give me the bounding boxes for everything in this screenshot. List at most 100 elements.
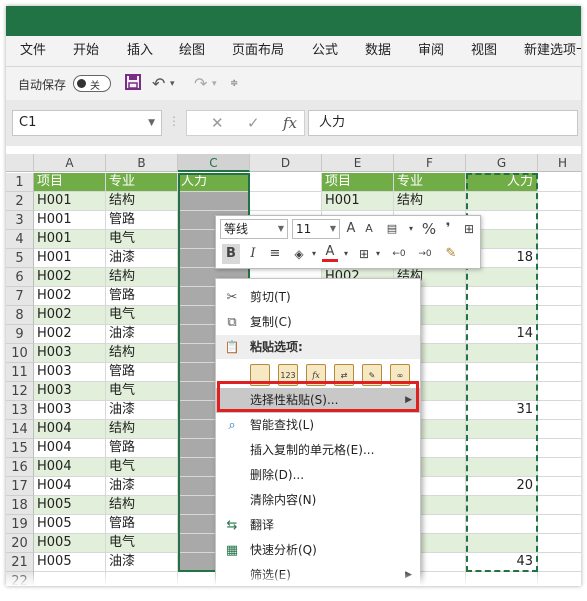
cell-g11[interactable]: [466, 363, 538, 382]
cell-f2[interactable]: 结构: [394, 192, 466, 211]
chevron-down-icon[interactable]: ▾: [406, 219, 416, 239]
cell-b13[interactable]: 油漆: [106, 401, 178, 420]
row-header[interactable]: 16: [6, 458, 34, 477]
cell-a8[interactable]: H002: [34, 306, 106, 325]
cell-b9[interactable]: 油漆: [106, 325, 178, 344]
formula-input[interactable]: 人力: [308, 110, 578, 136]
column-header-c[interactable]: C: [178, 154, 250, 172]
row-header[interactable]: 3: [6, 211, 34, 230]
row-header[interactable]: 10: [6, 344, 34, 363]
cell-h14[interactable]: [538, 420, 581, 439]
cell-b10[interactable]: 结构: [106, 344, 178, 363]
row-header[interactable]: 9: [6, 325, 34, 344]
decrease-decimal-icon[interactable]: →0: [414, 244, 436, 264]
row-header[interactable]: 19: [6, 515, 34, 534]
cell-g13[interactable]: 31: [466, 401, 538, 420]
cell-h4[interactable]: [538, 230, 581, 249]
cell-b5[interactable]: 油漆: [106, 249, 178, 268]
row-header[interactable]: 13: [6, 401, 34, 420]
cell-h7[interactable]: [538, 287, 581, 306]
cell-a17[interactable]: H004: [34, 477, 106, 496]
cell-h9[interactable]: [538, 325, 581, 344]
cell-g10[interactable]: [466, 344, 538, 363]
cell-g19[interactable]: [466, 515, 538, 534]
cell-b7[interactable]: 管路: [106, 287, 178, 306]
merge-center-icon[interactable]: ⊞: [460, 219, 478, 239]
tab-formulas[interactable]: 公式: [312, 36, 338, 66]
tab-file[interactable]: 文件: [20, 36, 46, 66]
column-header-h[interactable]: H: [538, 154, 581, 172]
cell-b6[interactable]: 结构: [106, 268, 178, 287]
cell-a1[interactable]: 项目: [34, 173, 106, 192]
cell-h15[interactable]: [538, 439, 581, 458]
column-header-g[interactable]: G: [466, 154, 538, 172]
tab-draw[interactable]: 绘图: [179, 36, 205, 66]
cell-g16[interactable]: [466, 458, 538, 477]
tab-data[interactable]: 数据: [365, 36, 391, 66]
menu-item-quick-analysis[interactable]: ▦ 快速分析(Q): [216, 538, 420, 563]
menu-item-cut[interactable]: ✂ 剪切(T): [216, 285, 420, 310]
redo-dropdown-icon[interactable]: ▾: [212, 73, 217, 95]
tab-page-layout[interactable]: 页面布局: [232, 36, 284, 66]
cell-h19[interactable]: [538, 515, 581, 534]
cell-a13[interactable]: H003: [34, 401, 106, 420]
font-name-select[interactable]: 等线 ▼: [220, 219, 288, 239]
insert-function-icon[interactable]: fx: [283, 114, 297, 132]
cell-h16[interactable]: [538, 458, 581, 477]
cell-a6[interactable]: H002: [34, 268, 106, 287]
cell-a10[interactable]: H003: [34, 344, 106, 363]
cell-g17[interactable]: 20: [466, 477, 538, 496]
cell-g15[interactable]: [466, 439, 538, 458]
cell-g8[interactable]: [466, 306, 538, 325]
row-header[interactable]: 12: [6, 382, 34, 401]
cell-a14[interactable]: H004: [34, 420, 106, 439]
font-size-select[interactable]: 11 ▼: [292, 219, 340, 239]
redo-icon[interactable]: ↷: [194, 73, 207, 95]
chevron-down-icon[interactable]: ▾: [342, 244, 350, 264]
column-header-b[interactable]: B: [106, 154, 178, 172]
cell-h13[interactable]: [538, 401, 581, 420]
select-all-corner[interactable]: [6, 154, 34, 172]
save-icon[interactable]: [124, 73, 142, 95]
cell-a11[interactable]: H003: [34, 363, 106, 382]
cell-g7[interactable]: [466, 287, 538, 306]
cell-h18[interactable]: [538, 496, 581, 515]
cell-b20[interactable]: 电气: [106, 534, 178, 553]
tab-review[interactable]: 审阅: [418, 36, 444, 66]
borders-icon[interactable]: ⊞: [356, 244, 372, 264]
accounting-format-icon[interactable]: ▤: [382, 219, 402, 239]
bold-button[interactable]: B: [222, 244, 240, 264]
undo-icon[interactable]: ↶: [152, 73, 165, 95]
row-header[interactable]: 11: [6, 363, 34, 382]
cell-g20[interactable]: [466, 534, 538, 553]
cell-a15[interactable]: H004: [34, 439, 106, 458]
cell-b3[interactable]: 管路: [106, 211, 178, 230]
chevron-down-icon[interactable]: ▾: [310, 244, 318, 264]
cell-b14[interactable]: 结构: [106, 420, 178, 439]
column-header-f[interactable]: F: [394, 154, 466, 172]
font-color-button[interactable]: A: [322, 242, 338, 262]
cell-c2[interactable]: [178, 192, 250, 211]
name-box[interactable]: C1 ▼: [12, 110, 162, 136]
cell-a4[interactable]: H001: [34, 230, 106, 249]
cell-b2[interactable]: 结构: [106, 192, 178, 211]
grow-font-icon[interactable]: A: [344, 219, 358, 239]
cell-a19[interactable]: H005: [34, 515, 106, 534]
cell-g21[interactable]: 43: [466, 553, 538, 572]
cell-h2[interactable]: [538, 192, 581, 211]
cell-h6[interactable]: [538, 268, 581, 287]
cell-b17[interactable]: 油漆: [106, 477, 178, 496]
format-painter-icon[interactable]: ✎: [442, 244, 460, 264]
menu-item-insert-copied-cells[interactable]: 插入复制的单元格(E)...: [216, 438, 420, 463]
row-header[interactable]: 15: [6, 439, 34, 458]
cell-a2[interactable]: H001: [34, 192, 106, 211]
cell-h12[interactable]: [538, 382, 581, 401]
cell-a20[interactable]: H005: [34, 534, 106, 553]
tab-insert[interactable]: 插入: [127, 36, 153, 66]
cell-a16[interactable]: H004: [34, 458, 106, 477]
tab-view[interactable]: 视图: [471, 36, 497, 66]
cell-a3[interactable]: H001: [34, 211, 106, 230]
cell-a5[interactable]: H001: [34, 249, 106, 268]
cell-d1[interactable]: [250, 173, 322, 192]
cell-b1[interactable]: 专业: [106, 173, 178, 192]
